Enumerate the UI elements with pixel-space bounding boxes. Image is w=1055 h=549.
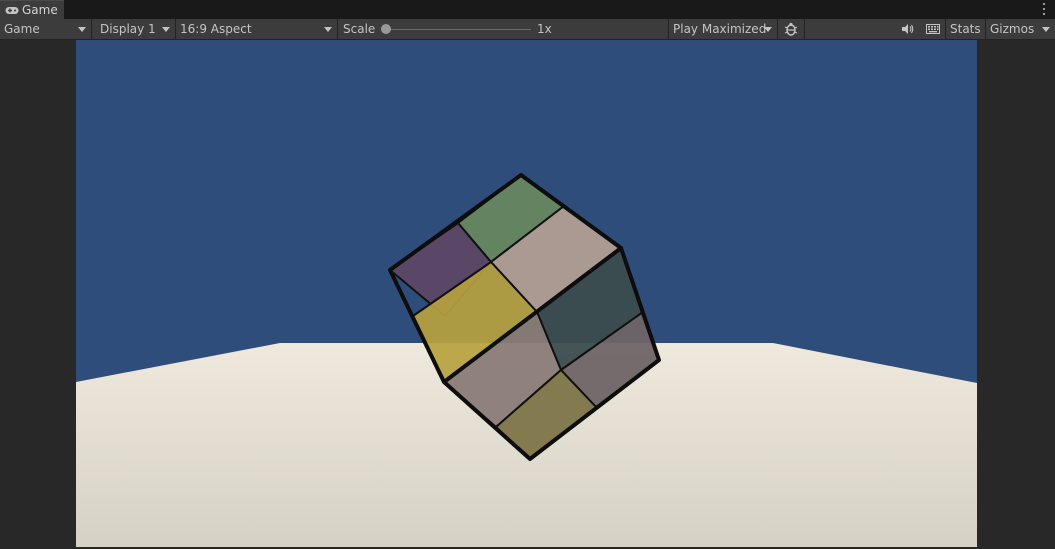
- tab-game[interactable]: Game: [0, 0, 64, 19]
- aspect-select-label: 16:9 Aspect: [180, 22, 252, 36]
- tab-bar: Game: [0, 0, 1055, 19]
- shortcuts-toggle[interactable]: [920, 19, 946, 39]
- gizmos-dropdown-label: Gizmos: [990, 22, 1035, 36]
- chevron-down-icon: [78, 27, 86, 32]
- chevron-down-icon: [162, 27, 170, 32]
- keyboard-icon: [926, 24, 940, 34]
- display-select[interactable]: Display 1: [92, 19, 176, 39]
- bug-icon: [784, 22, 798, 36]
- play-mode-select[interactable]: Play Maximized: [669, 19, 778, 39]
- tab-game-label: Game: [22, 3, 58, 17]
- chevron-down-icon: [1042, 27, 1050, 32]
- scale-slider-handle[interactable]: [381, 24, 391, 34]
- stats-button[interactable]: Stats: [946, 19, 986, 39]
- scale-label: Scale: [343, 22, 376, 36]
- scale-value: 1x: [533, 19, 669, 39]
- stats-button-label: Stats: [950, 22, 981, 36]
- view-select-label: Game: [4, 22, 40, 36]
- view-select[interactable]: Game: [0, 19, 92, 39]
- kebab-menu-icon[interactable]: [1041, 2, 1047, 16]
- chevron-down-icon: [764, 27, 772, 32]
- chevron-down-icon: [324, 27, 332, 32]
- mute-audio-toggle[interactable]: [896, 19, 920, 39]
- aspect-select[interactable]: 16:9 Aspect: [176, 19, 338, 39]
- game-viewport[interactable]: [76, 40, 977, 547]
- game-render: [76, 40, 977, 547]
- speaker-icon: [902, 24, 914, 34]
- display-select-label: Display 1: [100, 22, 156, 36]
- gizmos-dropdown[interactable]: Gizmos: [986, 19, 1055, 39]
- play-mode-select-label: Play Maximized: [673, 22, 767, 36]
- debug-toggle[interactable]: [778, 19, 805, 39]
- game-toolbar: Game Display 1 16:9 Aspect Scale 1x Play…: [0, 19, 1055, 40]
- gamepad-icon: [5, 6, 19, 14]
- scale-slider-track[interactable]: [386, 29, 531, 30]
